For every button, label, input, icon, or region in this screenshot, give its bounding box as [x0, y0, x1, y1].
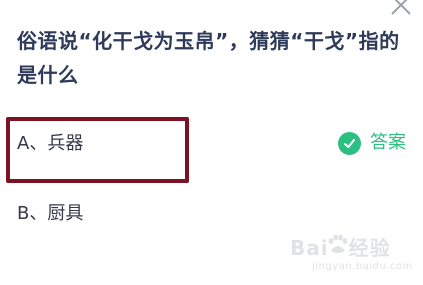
question-text: 俗语说“化干戈为玉帛”，猜猜“干戈”指的 是什么 [17, 24, 412, 92]
option-b-label: B、厨具 [17, 203, 84, 224]
option-b[interactable]: B、厨具 [0, 186, 423, 242]
answer-label: 答案 [370, 132, 406, 153]
question-line-1: 俗语说“化干戈为玉帛”，猜猜“干戈”指的 [17, 29, 400, 53]
close-icon [391, 0, 411, 15]
check-circle-icon [338, 131, 361, 155]
close-button[interactable] [388, 0, 414, 18]
option-a-label: A、兵器 [17, 133, 84, 154]
watermark-sub: jingyan.baidu.com [312, 261, 413, 272]
question-line-2: 是什么 [17, 63, 79, 87]
answer-tag[interactable]: 答案 [338, 130, 406, 156]
